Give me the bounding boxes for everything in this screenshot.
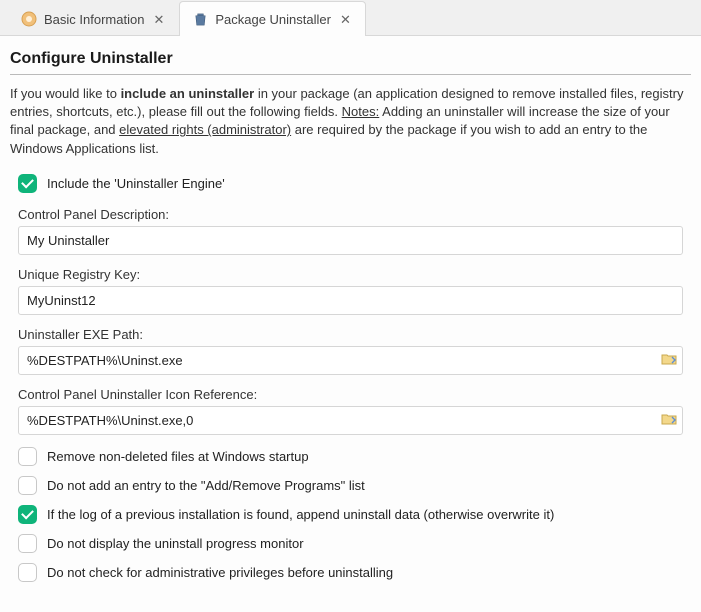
field-exe-path: Uninstaller EXE Path:	[10, 327, 691, 375]
browse-button[interactable]	[659, 351, 679, 369]
tab-label: Basic Information	[44, 12, 144, 27]
page-description: If you would like to include an uninstal…	[10, 85, 691, 158]
field-label: Control Panel Description:	[18, 207, 683, 222]
tab-bar: Basic Information ✕ Package Uninstaller …	[0, 0, 701, 36]
page-title: Configure Uninstaller	[10, 50, 691, 68]
option-no-admin-check: Do not check for administrative privileg…	[10, 563, 691, 582]
field-label: Control Panel Uninstaller Icon Reference…	[18, 387, 683, 402]
basic-info-icon	[21, 11, 37, 27]
field-icon-reference: Control Panel Uninstaller Icon Reference…	[10, 387, 691, 435]
include-engine-label: Include the 'Uninstaller Engine'	[47, 176, 225, 191]
option-checkbox[interactable]	[18, 563, 37, 582]
folder-icon	[661, 412, 677, 429]
field-cp-description: Control Panel Description:	[10, 207, 691, 255]
content-area: Configure Uninstaller If you would like …	[0, 36, 701, 612]
icon-ref-input[interactable]	[18, 406, 683, 435]
option-label: Do not check for administrative privileg…	[47, 565, 393, 580]
option-remove-nondeleted: Remove non-deleted files at Windows star…	[10, 447, 691, 466]
options-group: Remove non-deleted files at Windows star…	[10, 447, 691, 582]
close-icon[interactable]: ✕	[338, 13, 353, 26]
divider	[10, 74, 691, 75]
field-label: Unique Registry Key:	[18, 267, 683, 282]
registry-key-input[interactable]	[18, 286, 683, 315]
folder-icon	[661, 352, 677, 369]
exe-path-input[interactable]	[18, 346, 683, 375]
trash-icon	[192, 11, 208, 27]
include-engine-checkbox[interactable]	[18, 174, 37, 193]
option-label: Do not display the uninstall progress mo…	[47, 536, 304, 551]
option-no-progress-monitor: Do not display the uninstall progress mo…	[10, 534, 691, 553]
option-label: If the log of a previous installation is…	[47, 507, 554, 522]
tab-package-uninstaller[interactable]: Package Uninstaller ✕	[179, 1, 366, 36]
include-engine-row: Include the 'Uninstaller Engine'	[10, 174, 691, 193]
option-checkbox[interactable]	[18, 505, 37, 524]
option-label: Do not add an entry to the "Add/Remove P…	[47, 478, 365, 493]
option-append-log: If the log of a previous installation is…	[10, 505, 691, 524]
option-checkbox[interactable]	[18, 476, 37, 495]
option-no-add-remove-entry: Do not add an entry to the "Add/Remove P…	[10, 476, 691, 495]
field-registry-key: Unique Registry Key:	[10, 267, 691, 315]
cp-description-input[interactable]	[18, 226, 683, 255]
option-label: Remove non-deleted files at Windows star…	[47, 449, 309, 464]
option-checkbox[interactable]	[18, 534, 37, 553]
close-icon[interactable]: ✕	[151, 13, 166, 26]
browse-button[interactable]	[659, 411, 679, 429]
tab-basic-information[interactable]: Basic Information ✕	[8, 1, 179, 36]
field-label: Uninstaller EXE Path:	[18, 327, 683, 342]
tab-label: Package Uninstaller	[215, 12, 331, 27]
option-checkbox[interactable]	[18, 447, 37, 466]
